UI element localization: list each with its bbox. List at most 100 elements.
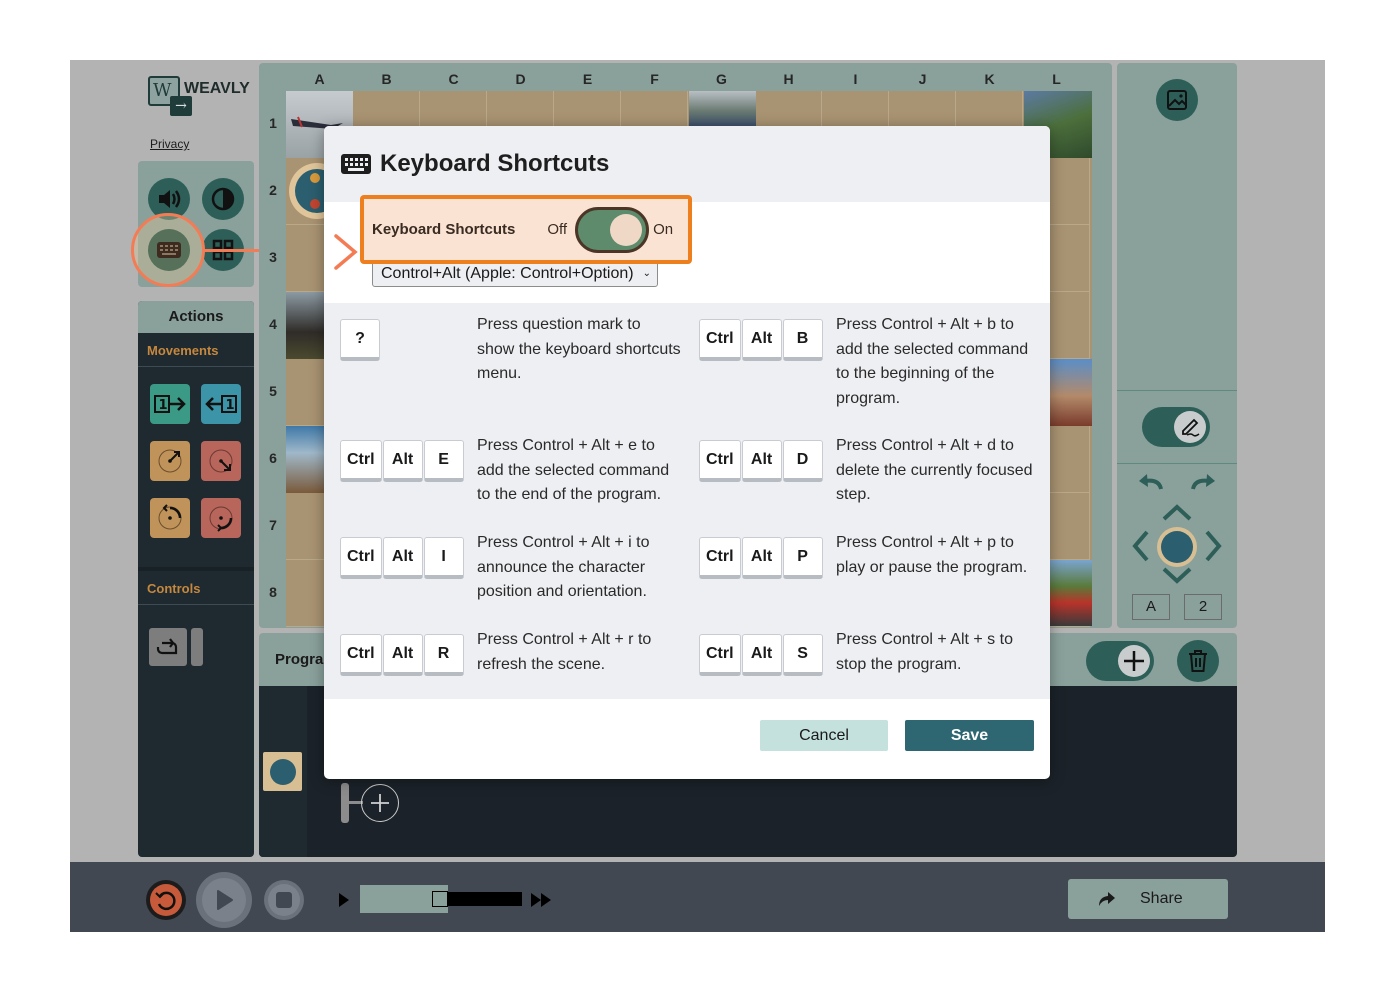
privacy-link[interactable]: Privacy bbox=[150, 137, 189, 151]
key-cap: I bbox=[423, 537, 464, 579]
logo-letter: W bbox=[153, 80, 172, 101]
contrast-icon bbox=[211, 187, 235, 211]
speed-slider-thumb[interactable] bbox=[432, 891, 448, 907]
key-cap: E bbox=[423, 440, 464, 482]
column-input[interactable]: A bbox=[1132, 594, 1170, 620]
column-label: A bbox=[314, 71, 325, 87]
add-node-toggle[interactable] bbox=[1086, 641, 1154, 681]
svg-text:1: 1 bbox=[226, 398, 235, 413]
refresh-icon bbox=[155, 891, 176, 911]
add-step-button[interactable] bbox=[341, 783, 403, 823]
modifier-key-select[interactable]: Control+Alt (Apple: Control+Option) ⌄ bbox=[372, 261, 658, 287]
dialog-title: Keyboard Shortcuts bbox=[380, 150, 610, 177]
divider bbox=[1117, 390, 1237, 391]
keyboard-shortcuts-button[interactable] bbox=[148, 229, 190, 271]
theme-button[interactable] bbox=[202, 178, 244, 220]
move-left-button[interactable] bbox=[1131, 529, 1151, 563]
row-label: 7 bbox=[269, 517, 277, 533]
keyboard-shortcuts-toggle[interactable] bbox=[575, 206, 650, 253]
shortcut-description: Press Control + Alt + d to delete the cu… bbox=[836, 437, 1033, 503]
key-cap: Alt bbox=[741, 634, 782, 676]
forward-1-button[interactable]: 1 bbox=[150, 384, 190, 424]
trash-icon bbox=[1189, 650, 1207, 672]
turn-left-45-button[interactable] bbox=[150, 441, 190, 481]
keyboard-icon bbox=[341, 154, 371, 174]
share-label: Share bbox=[1140, 890, 1183, 907]
save-button[interactable]: Save bbox=[905, 720, 1034, 751]
weavly-logo: W → WEAVLY bbox=[148, 76, 250, 116]
shortcut-keys: Ctrl Alt S bbox=[699, 634, 824, 676]
redo-button[interactable] bbox=[1187, 471, 1219, 493]
fast-speed-icon bbox=[531, 893, 551, 907]
turn-left-90-button[interactable] bbox=[150, 498, 190, 538]
undo-button[interactable] bbox=[1135, 471, 1167, 493]
pen-toggle[interactable] bbox=[1142, 407, 1210, 447]
refresh-scene-button[interactable] bbox=[146, 880, 186, 920]
keyboard-icon bbox=[157, 242, 181, 258]
chevron-left-icon bbox=[1132, 530, 1149, 562]
play-button[interactable] bbox=[196, 872, 252, 928]
program-start-area bbox=[259, 686, 307, 857]
speaker-icon bbox=[159, 190, 181, 208]
controls-section: Controls bbox=[138, 567, 254, 691]
key-cap: Ctrl bbox=[699, 319, 741, 361]
row-label: 8 bbox=[269, 584, 277, 600]
move-up-button[interactable] bbox=[1161, 503, 1193, 523]
movements-label: Movements bbox=[138, 333, 254, 367]
speed-slider[interactable] bbox=[360, 885, 522, 913]
backward-1-button[interactable]: 1 bbox=[201, 384, 241, 424]
keyboard-shortcuts-dialog: Keyboard Shortcuts Control+Alt (Apple: C… bbox=[324, 126, 1050, 779]
shortcut-keys: Ctrl Alt I bbox=[340, 537, 465, 579]
share-icon bbox=[1099, 892, 1115, 906]
actions-title: Actions bbox=[138, 301, 254, 333]
column-label: H bbox=[783, 71, 794, 87]
loop-icon bbox=[156, 638, 178, 655]
chevron-down-icon: ⌄ bbox=[642, 268, 651, 279]
scene-tools-panel: A 2 bbox=[1117, 63, 1237, 628]
share-button[interactable]: Share bbox=[1068, 879, 1228, 919]
dialog-footer: Cancel Save bbox=[324, 699, 1050, 779]
turn-right-90-button[interactable] bbox=[201, 498, 241, 538]
logo-text: WEAVLY bbox=[184, 80, 250, 97]
row-label: 6 bbox=[269, 450, 277, 466]
shortcut-description: Press Control + Alt + b to add the selec… bbox=[836, 316, 1029, 407]
shortcut-keys: Ctrl Alt E bbox=[340, 440, 465, 482]
column-label: L bbox=[1052, 71, 1061, 87]
key-cap: Ctrl bbox=[699, 634, 741, 676]
row-label: 5 bbox=[269, 383, 277, 399]
key-cap: S bbox=[782, 634, 823, 676]
loop-block-button[interactable] bbox=[149, 628, 203, 666]
redo-icon bbox=[1191, 474, 1215, 490]
chevron-down-icon bbox=[1162, 567, 1192, 584]
row-label: 1 bbox=[269, 115, 277, 131]
move-down-button[interactable] bbox=[1161, 565, 1193, 585]
shortcut-description: Press Control + Alt + s to stop the prog… bbox=[836, 631, 1013, 673]
slow-speed-icon bbox=[339, 893, 349, 907]
turn-right-45-button[interactable] bbox=[201, 441, 241, 481]
row-label: 3 bbox=[269, 249, 277, 265]
column-label: C bbox=[448, 71, 459, 87]
row-label: 4 bbox=[269, 316, 277, 332]
key-cap: Alt bbox=[382, 537, 423, 579]
logo-arrow-icon: → bbox=[170, 96, 192, 116]
backward-icon: 1 bbox=[205, 395, 237, 413]
cancel-button[interactable]: Cancel bbox=[760, 720, 888, 751]
controls-label: Controls bbox=[138, 571, 254, 605]
row-input[interactable]: 2 bbox=[1184, 594, 1222, 620]
toggle-label: Keyboard Shortcuts bbox=[372, 221, 516, 238]
program-character-icon bbox=[263, 752, 302, 791]
row-label: 2 bbox=[269, 182, 277, 198]
change-scene-button[interactable] bbox=[1156, 79, 1198, 121]
key-cap: R bbox=[423, 634, 464, 676]
stop-button[interactable] bbox=[264, 880, 304, 920]
shortcut-list: ? Press question mark to show the keyboar… bbox=[324, 303, 1050, 699]
kremlin-image bbox=[1050, 359, 1092, 426]
delete-program-button[interactable] bbox=[1177, 640, 1219, 682]
move-right-button[interactable] bbox=[1203, 529, 1223, 563]
annotation-arrowhead-icon bbox=[334, 234, 358, 270]
shortcut-keys: Ctrl Alt D bbox=[699, 440, 824, 482]
key-cap: Ctrl bbox=[340, 634, 382, 676]
toggle-on-label: On bbox=[653, 221, 674, 238]
shortcut-description: Press Control + Alt + e to add the selec… bbox=[477, 437, 670, 503]
key-cap: Alt bbox=[741, 319, 782, 361]
